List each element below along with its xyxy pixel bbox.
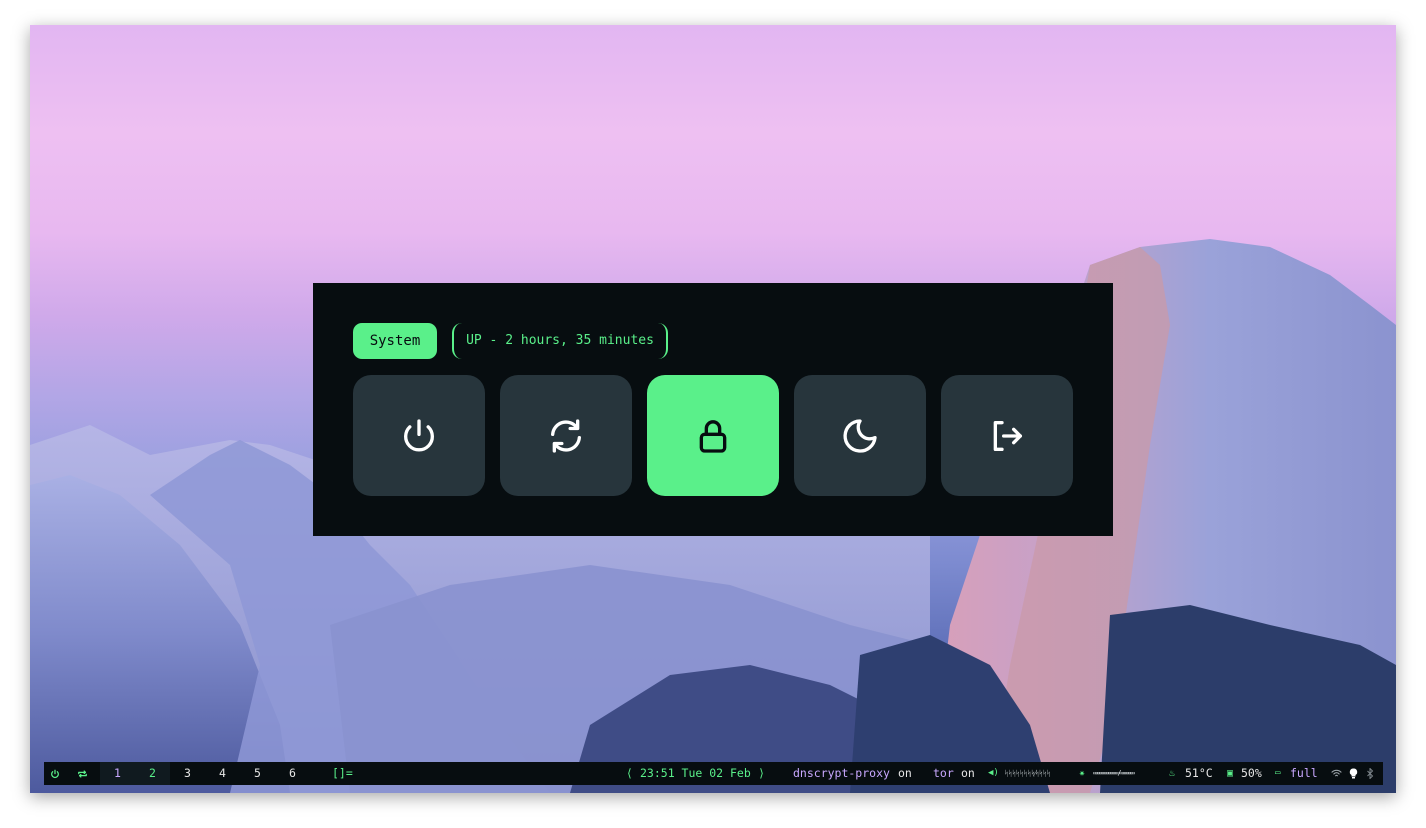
repeat-icon	[78, 769, 87, 778]
power-icon	[51, 769, 59, 778]
lock-button[interactable]	[647, 375, 779, 496]
temperature-value: 51°C	[1185, 766, 1213, 780]
tor-label: tor	[933, 766, 954, 780]
workspace-4[interactable]: 4	[205, 762, 240, 785]
uptime-label: UP - 2 hours, 35 minutes	[452, 323, 668, 359]
brightness-icon: ✷	[1079, 768, 1086, 779]
workspace-6[interactable]: 6	[275, 762, 310, 785]
layout-indicator[interactable]: []=	[332, 762, 353, 785]
suspend-icon	[843, 418, 877, 453]
workspace-3[interactable]: 3	[170, 762, 205, 785]
lock-icon	[699, 419, 727, 453]
suspend-button[interactable]	[794, 375, 926, 496]
tor-state: on	[961, 766, 975, 780]
dnscrypt-state: on	[898, 766, 912, 780]
temperature-icon: ♨	[1169, 768, 1176, 779]
bluetooth-symbol	[1367, 768, 1374, 779]
cpu-value: 50%	[1241, 766, 1262, 780]
workspace-5[interactable]: 5	[240, 762, 275, 785]
shutdown-button[interactable]	[353, 375, 485, 496]
clock-left-bracket-icon: ⟨	[626, 766, 633, 780]
clock-right-bracket-icon: ⟩	[758, 766, 765, 780]
logout-button[interactable]	[941, 375, 1073, 496]
volume-meter[interactable]: ᛋᛋᛋᛋᛋᛋᛋᛋ⁄ᛋᛋᛋᛋ	[1004, 762, 1051, 785]
bar-power-button[interactable]	[50, 762, 60, 785]
brightness-meter[interactable]: ▭▭▭▭▭▭▭▭▭▭▭/▭▭▭▭▭▭	[1093, 762, 1135, 785]
desktop: System UP - 2 hours, 35 minutes 1 2 3 4 …	[30, 25, 1396, 793]
reboot-button[interactable]	[500, 375, 632, 496]
battery-value: full	[1290, 766, 1318, 780]
bar-repeat-button[interactable]	[77, 762, 88, 785]
workspace-2[interactable]: 2	[135, 762, 170, 785]
bluetooth-icon[interactable]	[1366, 762, 1374, 785]
volume-icon: ◀)	[988, 768, 999, 778]
system-label-chip: System	[353, 323, 437, 359]
logout-icon	[993, 420, 1022, 451]
power-menu: System UP - 2 hours, 35 minutes	[313, 283, 1113, 536]
reboot-icon	[551, 418, 581, 453]
dnscrypt-label: dnscrypt-proxy	[793, 766, 890, 780]
wifi-icon[interactable]	[1331, 762, 1342, 785]
battery-icon: ▭	[1275, 768, 1281, 778]
cpu-icon: ▣	[1227, 768, 1234, 779]
notification-icon[interactable]	[1349, 762, 1358, 785]
power-icon	[404, 418, 434, 451]
status-bar: 1 2 3 4 5 6 []= ⟨ 23:51 Tue 02 Feb ⟩ dns…	[44, 762, 1383, 785]
workspace-1[interactable]: 1	[100, 762, 135, 785]
bulb-symbol	[1349, 768, 1358, 779]
clock: 23:51 Tue 02 Feb	[640, 766, 751, 780]
wifi-symbol	[1331, 769, 1342, 776]
